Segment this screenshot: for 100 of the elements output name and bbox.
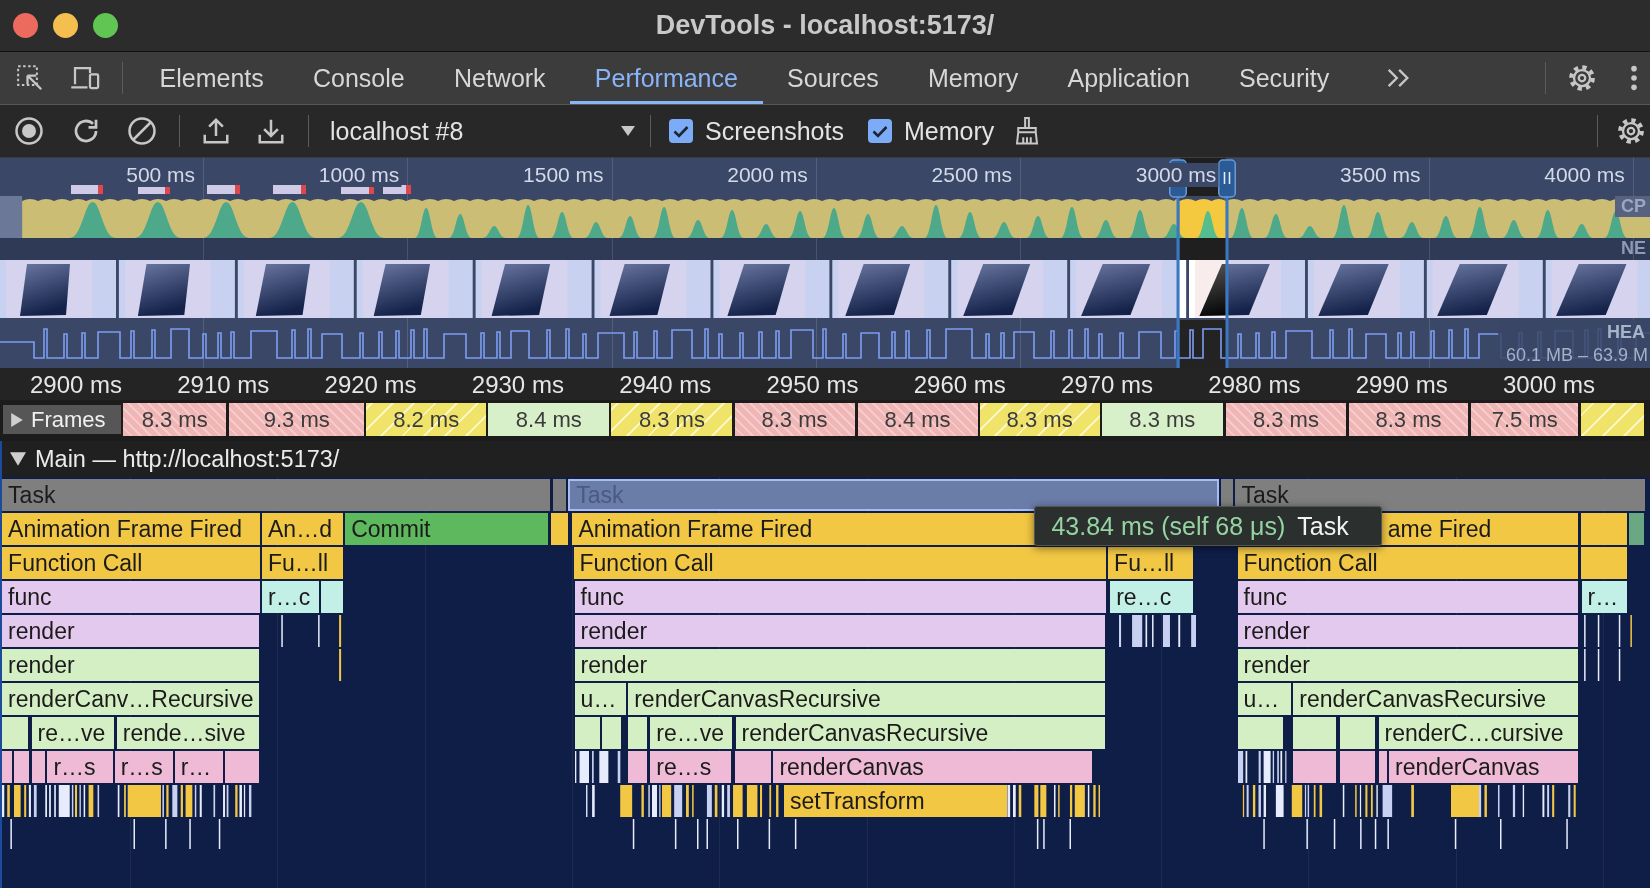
frame-bar[interactable]: 8.3 ms	[1101, 403, 1223, 436]
frame-bar[interactable]: 8.3 ms	[611, 403, 733, 436]
flame-chart-entry[interactable]	[628, 717, 648, 749]
flame-chart-entry[interactable]: r…s	[47, 751, 113, 783]
flame-chart-entry[interactable]: renderCanvasRecursive	[735, 717, 1105, 749]
frame-bar[interactable]: 8.2 ms	[366, 403, 487, 436]
flame-chart-entry[interactable]	[2, 717, 29, 749]
flame-chart-entry[interactable]	[1339, 717, 1376, 749]
panel-tab[interactable]: Security	[1214, 52, 1354, 104]
toolbar-checkbox[interactable]: Screenshots	[669, 116, 844, 146]
frames-track-toggle[interactable]: Frames	[3, 405, 121, 434]
flame-chart-entry[interactable]	[734, 751, 772, 783]
flame-chart-entry[interactable]: func	[574, 581, 1106, 613]
flame-chart-entry[interactable]: Function Call	[1237, 547, 1579, 579]
flame-chart-entry[interactable]: renderC…cursive	[1378, 717, 1579, 749]
flame-chart-entry[interactable]: An…d	[262, 513, 343, 545]
frame-bar[interactable]: 8.3 ms	[979, 403, 1100, 436]
cpu-usage-peak	[414, 208, 438, 238]
flame-chart-entry[interactable]: func	[2, 581, 260, 613]
select-element-icon[interactable]	[15, 63, 45, 93]
circle-slash-icon[interactable]	[127, 116, 157, 146]
ruler-label: 2990 ms	[1355, 371, 1448, 398]
recording-select[interactable]: localhost #8	[322, 111, 646, 151]
checkbox-icon[interactable]	[669, 119, 693, 143]
cpu-usage-peak	[720, 210, 744, 238]
frame-bar[interactable]: 8.3 ms	[1349, 403, 1468, 436]
more-options-icon[interactable]	[1630, 64, 1638, 92]
zoom-window-button[interactable]	[93, 13, 118, 38]
flame-chart-entry[interactable]: Fu…ll	[262, 547, 343, 579]
flame-chart-entry[interactable]: render	[1237, 615, 1579, 647]
settings-icon[interactable]	[1616, 116, 1646, 146]
panel-tab[interactable]: Network	[429, 52, 571, 104]
flame-chart-entry[interactable]: renderCanvas	[1389, 751, 1579, 783]
frame-bar[interactable]: 8.3 ms	[1225, 403, 1346, 436]
flame-chart-entry[interactable]	[31, 751, 46, 783]
main-track-header[interactable]: Main — http://localhost:5173/	[0, 441, 1650, 477]
flame-chart-entry[interactable]: Commit	[345, 513, 549, 545]
cpu-usage-peak	[652, 207, 676, 238]
flame-chart-entry[interactable]	[13, 751, 30, 783]
flame-chart-entry[interactable]: Task	[2, 479, 551, 511]
flame-chart-entry[interactable]: Task	[1235, 479, 1645, 511]
frame-bar[interactable]: 7.5 ms	[1471, 403, 1579, 436]
flame-chart-entry[interactable]	[601, 717, 621, 749]
checkbox-icon[interactable]	[867, 119, 892, 143]
upload-icon[interactable]	[201, 116, 231, 146]
frame-bar[interactable]: 8.4 ms	[857, 403, 978, 436]
cpu-usage-peak	[69, 202, 116, 238]
flame-chart-entry[interactable]: r…	[1581, 581, 1627, 613]
flame-chart-entry[interactable]: Function Call	[573, 547, 1106, 579]
flame-chart-entry[interactable]: re…ve	[650, 717, 733, 749]
cpu-usage-peak	[448, 214, 472, 238]
flame-chart-entry[interactable]: render	[574, 615, 1105, 647]
flame-chart-entry[interactable]	[628, 751, 648, 783]
flame-chart-entry[interactable]: renderCanv…Recursive	[2, 683, 259, 715]
flame-chart-entry[interactable]	[1339, 751, 1376, 783]
flame-chart-entry[interactable]: r…c	[262, 581, 319, 613]
toolbar-checkbox[interactable]: Memory	[867, 116, 995, 146]
flame-chart-entry[interactable]: Function Call	[2, 547, 260, 579]
flame-chart-entry[interactable]	[1293, 717, 1337, 749]
flame-chart-entry[interactable]	[1293, 751, 1337, 783]
panel-tab[interactable]: Application	[1042, 52, 1215, 104]
flame-chart-entry[interactable]: renderCanvas	[773, 751, 1093, 783]
flame-chart-entry[interactable]	[551, 513, 569, 545]
flame-chart-entry[interactable]	[574, 717, 600, 749]
flame-chart-entry[interactable]: renderCanvasRecursive	[1293, 683, 1579, 715]
flame-chart-entry[interactable]: render	[2, 615, 259, 647]
flame-chart-entry[interactable]: setTransform	[784, 785, 1007, 817]
flame-chart-entry[interactable]: r…	[174, 751, 224, 783]
flame-chart-entry[interactable]: Animation Frame Fired	[2, 513, 260, 545]
panel-tab[interactable]: Memory	[903, 52, 1043, 104]
flame-chart-entry[interactable]	[1580, 547, 1627, 579]
flame-chart-entry[interactable]	[1580, 513, 1627, 545]
panel-tab[interactable]: Console	[288, 52, 430, 104]
range-handle[interactable]	[1218, 158, 1236, 368]
flame-chart-entry[interactable]: func	[1237, 581, 1579, 613]
flame-chart-entry[interactable]: rende…sive	[116, 717, 259, 749]
cpu-usage-peak	[958, 212, 982, 238]
minimize-window-button[interactable]	[53, 13, 78, 38]
panel-tab[interactable]: Elements	[135, 52, 289, 104]
flame-chart-entry[interactable]: u…	[574, 683, 627, 715]
frame-bar[interactable]: 8.3 ms	[123, 403, 227, 436]
flame-chart-entry[interactable]	[1378, 751, 1387, 783]
record-icon[interactable]	[14, 116, 44, 146]
flame-chart-entry[interactable]: re…ve	[31, 717, 114, 749]
flame-chart-entry[interactable]: u…	[1237, 683, 1292, 715]
flame-chart-entry[interactable]: re…c	[1110, 581, 1194, 613]
flame-chart-entry[interactable]: re…s	[650, 751, 732, 783]
frame-bar[interactable]: 8.4 ms	[488, 403, 610, 436]
frame-bar[interactable]: 8.3 ms	[734, 403, 855, 436]
close-window-button[interactable]	[13, 13, 38, 38]
frame-bar[interactable]: 9.3 ms	[229, 403, 365, 436]
flame-chart-entry[interactable]: render	[1237, 649, 1579, 681]
flame-chart-entry[interactable]: Fu…ll	[1108, 547, 1194, 579]
flame-chart-entry[interactable]: r…s	[114, 751, 173, 783]
flame-chart-entry[interactable]	[1237, 717, 1283, 749]
flame-chart-entry[interactable]: renderCanvasRecursive	[628, 683, 1105, 715]
panel-tab[interactable]: Sources	[762, 52, 904, 104]
flame-chart-entry[interactable]: render	[2, 649, 259, 681]
settings-icon[interactable]	[1567, 63, 1597, 93]
flame-chart-entry[interactable]: render	[574, 649, 1105, 681]
